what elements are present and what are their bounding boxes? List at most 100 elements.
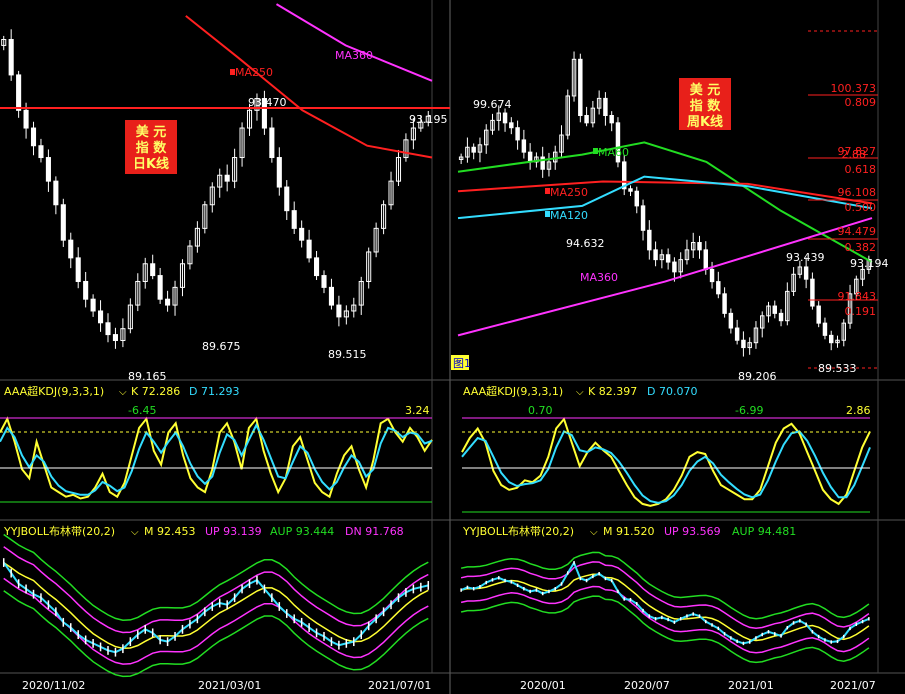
left-candle-body [83,280,89,300]
right-boll-caret: ⌵ [590,527,598,538]
right-candle-body [816,305,821,324]
left-candle-body [30,127,37,147]
right-boll-m: M 91.520 [603,525,654,538]
left-candle-body [306,239,312,259]
right-ma360-label: MA360 [580,271,618,284]
right-x-label: 2021/01 [728,679,774,692]
right-candle-body [628,188,633,192]
right-candle-body [829,334,834,344]
right-candle-body [540,156,545,170]
left-candle-body [321,275,327,288]
right-candle-body [703,249,708,270]
right-label-line-1: 美 元 [690,82,721,98]
right-candle-body [647,229,652,251]
right-price-label: 94.632 [566,237,605,250]
right-x-label: 2020/01 [520,679,566,692]
left-candle-body [299,227,305,241]
right-candle-body [509,122,514,129]
right-candle-body [722,293,727,314]
left-boll-dn: DN 91.768 [345,525,404,538]
left-candle-body [336,304,342,318]
left-price-label: 89.515 [328,348,367,361]
left-price-label: 93.195 [409,113,448,126]
right-candle-body [822,322,828,336]
right-candle-body [584,115,589,124]
left-candle-body [23,109,29,129]
left-candle-body [314,257,320,277]
fib-ratio: 0.500 [845,201,877,214]
left-candle-body [165,298,171,306]
left-label-line-1: 美 元 [136,124,167,140]
left-candle-body [150,263,156,277]
left-boll-aup: AUP 93.444 [270,525,334,538]
left-candle-body [45,157,51,182]
left-candle-body [90,298,96,312]
right-chart-label: 美 元 指 数 周K线 [679,78,731,130]
fib-ratio: 0.382 [845,241,877,254]
left-x-label: 2021/07/01 [368,679,431,692]
left-boll-up: UP 93.139 [205,525,262,538]
fib-ratio: 0.809 [845,96,877,109]
right-price-label: 93.194 [850,257,889,270]
left-kdj-name[interactable]: AAA超KDJ(9,3,3,1) [4,384,104,398]
left-ma360-label: MA360 [335,49,373,62]
right-candle-body [741,339,746,349]
fib-price: 96.108 [838,186,877,199]
left-candle-body [98,310,104,324]
right-candle-body [640,205,646,231]
right-kdj-d: D 70.070 [647,385,697,398]
right-boll-name[interactable]: YYJBOLL布林带(20,2) [462,524,574,538]
right-candle-body [697,242,702,251]
right-candle-body [471,146,476,153]
right-price-label: 93.439 [786,251,825,264]
left-candle-body [60,204,66,241]
right-x-label: 2021/07 [830,679,876,692]
left-x-label: 2021/03/01 [198,679,261,692]
left-candle-body [105,322,111,336]
left-candle-body [68,239,74,259]
left-kdj-value: -6.45 [128,404,156,417]
left-boll-m: M 92.453 [144,525,195,538]
fib-price: 94.479 [838,225,877,238]
left-candle-body [112,334,118,341]
right-candle-body [634,190,639,207]
right-boll-up: UP 93.569 [664,525,721,538]
right-candle-body [609,115,614,124]
left-candle-body [328,286,334,306]
left-candle-body [8,39,14,76]
left-ma250-label: MA250 [235,66,273,79]
left-label-line-2: 指 数 [136,140,168,156]
right-boll-aup: AUP 94.481 [732,525,796,538]
fib-price: 100.373 [831,82,877,95]
left-boll-caret: ⌵ [131,527,139,538]
left-candle-body [53,180,59,206]
right-candle-body [803,266,809,280]
left-x-label: 2020/11/02 [22,679,85,692]
fib-ratio: 2.88 [842,148,867,161]
left-label-line-3: 日K线 [133,156,169,172]
right-candle-body [603,97,608,117]
right-candle-body [515,127,520,141]
right-price-label: 89.533 [818,362,857,375]
right-candle-body [527,151,533,163]
right-ma60-label: MA60 [598,146,629,159]
left-kdj-value: 3.24 [405,404,430,417]
right-kdj-k: K 82.397 [588,385,637,398]
right-label-line-3: 周K线 [687,114,723,130]
right-x-label: 2020/07 [624,679,670,692]
right-kdj-name[interactable]: AAA超KDJ(9,3,3,1) [463,384,563,398]
left-boll-name[interactable]: YYJBOLL布林带(20,2) [3,524,115,538]
right-candle-body [672,261,677,273]
left-chart-label: 美 元 指 数 日K线 [125,120,177,174]
fib-price: 91.843 [838,290,877,303]
left-candle-body [291,210,297,229]
left-kdj-d: D 71.293 [189,385,239,398]
right-candle-body [521,139,527,153]
right-candle-body [778,312,784,322]
right-label-line-2: 指 数 [690,98,722,114]
figure-badge[interactable]: 图1 [453,357,471,370]
right-candle-body [709,268,715,283]
right-kdj-value: 0.70 [528,404,553,417]
chart-canvas: 美 元 指 数 日K线 MA250 MA360 93.470 93.195 89… [0,0,905,694]
right-kdj-value: -6.99 [735,404,763,417]
